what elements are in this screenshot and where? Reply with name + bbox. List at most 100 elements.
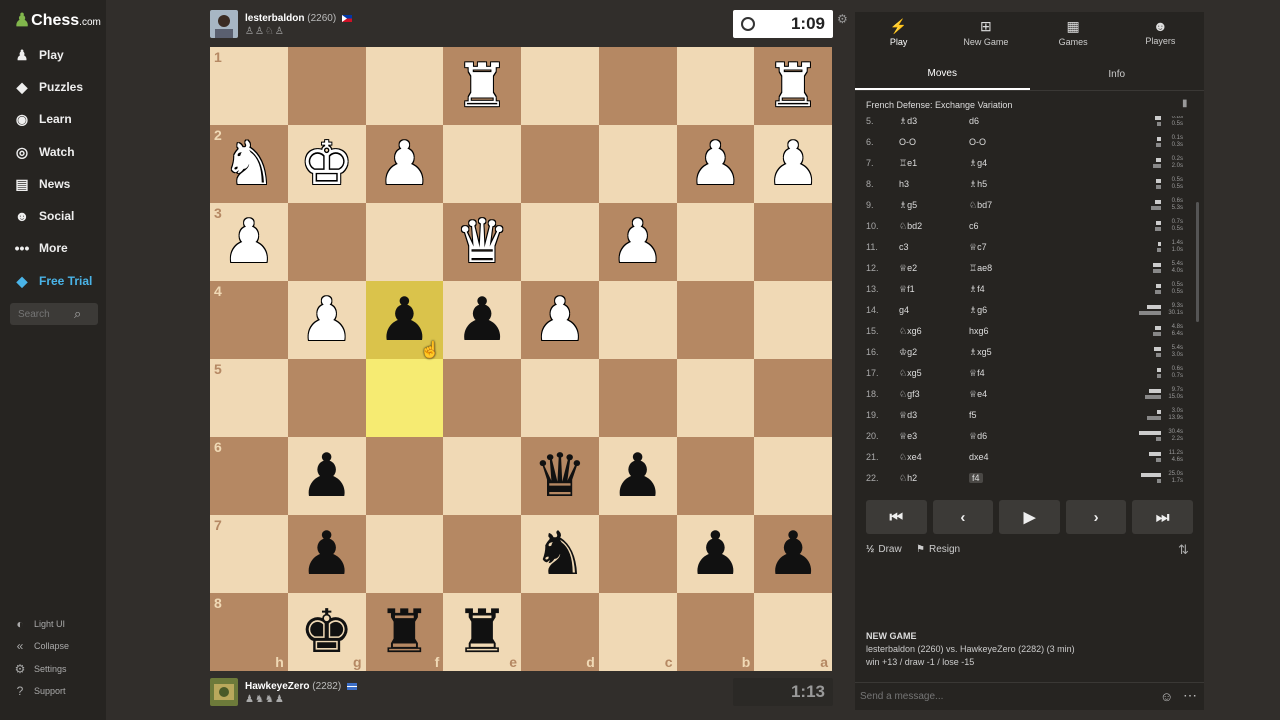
white-knight-icon[interactable]: ♞ [222, 134, 276, 194]
square-a2[interactable]: ♟ [754, 125, 832, 203]
bottom-player-avatar[interactable] [210, 678, 238, 706]
square-c1[interactable] [598, 47, 677, 125]
chess-com-logo[interactable]: ♟ Chess .com [14, 10, 101, 31]
square-d6[interactable]: ♛ [521, 437, 599, 515]
black-move[interactable]: hxg6 [969, 326, 989, 336]
square-d3[interactable] [521, 203, 599, 281]
black-move[interactable]: ♕e4 [969, 389, 987, 400]
first-move-button[interactable]: ⏮ [866, 500, 927, 534]
square-b4[interactable] [676, 281, 755, 359]
square-b6[interactable] [676, 437, 755, 515]
square-f1[interactable] [365, 47, 444, 125]
white-move[interactable]: ♘bd2 [899, 221, 922, 232]
square-e6[interactable] [443, 437, 521, 515]
nav-puzzles[interactable]: ◆ Puzzles [12, 76, 83, 98]
white-king-icon[interactable]: ♚ [300, 134, 354, 194]
square-a7[interactable]: ♟ [754, 515, 832, 593]
emoji-icon[interactable]: ☺ [1160, 689, 1173, 704]
black-pawn-icon[interactable]: ♟ [300, 524, 354, 584]
message-input[interactable] [855, 691, 1155, 702]
black-rook-icon[interactable]: ♜ [455, 602, 509, 662]
white-move[interactable]: ♘gf3 [899, 389, 920, 400]
white-move[interactable]: ♗g5 [899, 200, 917, 211]
square-d2[interactable] [521, 125, 599, 203]
black-move[interactable]: dxe4 [969, 452, 989, 462]
more-options-icon[interactable]: ⋯ [1183, 687, 1197, 704]
black-move[interactable]: ♘bd7 [969, 200, 992, 211]
square-h4[interactable]: 4 [210, 281, 288, 359]
square-d1[interactable] [521, 47, 599, 125]
white-move[interactable]: O-O [899, 137, 916, 147]
nav-watch[interactable]: ◎ Watch [12, 141, 75, 163]
white-move[interactable]: ♖e1 [899, 158, 917, 169]
nav-news[interactable]: ▤ News [12, 173, 70, 195]
white-move[interactable]: ♘xg6 [899, 326, 922, 337]
board-settings-gear-icon[interactable]: ⚙ [837, 12, 848, 26]
square-h8[interactable]: 8h [210, 593, 288, 671]
square-h3[interactable]: 3 ♟ [210, 203, 288, 281]
move-list[interactable]: 5. ♗d3 d6 0.8s 0.5s 6. O-O O-O 0.1s 0.3s 7. ♖e1 ♗g4 0… [855, 116, 1204, 488]
square-g8[interactable]: g ♚ [287, 593, 366, 671]
tab-new-game[interactable]: ⊞ New Game [942, 12, 1029, 52]
square-c3[interactable]: ♟ [598, 203, 677, 281]
flip-board-icon[interactable]: ⇅ [1178, 542, 1189, 558]
white-move[interactable]: ♕d3 [899, 410, 917, 421]
black-pawn-icon[interactable]: ♟ [766, 524, 820, 584]
white-move[interactable]: ♕f1 [899, 284, 915, 295]
square-b3[interactable] [676, 203, 755, 281]
square-h5[interactable]: 5 [210, 359, 288, 437]
square-f6[interactable] [365, 437, 444, 515]
square-g5[interactable] [287, 359, 366, 437]
black-pawn-icon[interactable]: ♟ [611, 446, 665, 506]
black-move[interactable]: ♗g6 [969, 305, 987, 316]
black-king-icon[interactable]: ♚ [300, 602, 354, 662]
white-pawn-icon[interactable]: ♟ [222, 212, 276, 272]
square-e5[interactable] [443, 359, 521, 437]
square-f7[interactable] [365, 515, 444, 593]
black-move[interactable]: ♗xg5 [969, 347, 992, 358]
square-f3[interactable] [365, 203, 444, 281]
square-c5[interactable] [598, 359, 677, 437]
square-c6[interactable]: ♟ [598, 437, 677, 515]
top-player-avatar[interactable] [210, 10, 238, 38]
white-rook-icon[interactable]: ♜ [766, 56, 820, 116]
square-c7[interactable] [598, 515, 677, 593]
square-b8[interactable]: b [676, 593, 755, 671]
move-list-scrollbar[interactable] [1196, 202, 1199, 322]
black-move[interactable]: ♕f4 [969, 368, 985, 379]
black-move[interactable]: c6 [969, 221, 979, 231]
chess-board[interactable]: 1 ♜ ♜ 2 ♞ ♚ ♟ ♟ ♟ 3 ♟ ♛ ♟ 4 ♟ ♟ ♟ ♟ 5 6 ♟ ♛ ♟ 7 ♟ ♞ ♟ ♟ 8 h g ♚ f ♜ e ♜ d c b a [210, 47, 832, 671]
square-c4[interactable] [598, 281, 677, 359]
square-d5[interactable] [521, 359, 599, 437]
white-move[interactable]: c3 [899, 242, 909, 252]
play-button[interactable]: ▶ [999, 500, 1060, 534]
black-move[interactable]: ♗h5 [969, 179, 987, 190]
square-g1[interactable] [287, 47, 366, 125]
square-b5[interactable] [676, 359, 755, 437]
white-move[interactable]: ♘h2 [899, 473, 917, 484]
book-icon[interactable]: ▮ [1182, 98, 1188, 109]
white-move[interactable]: ♕e3 [899, 431, 917, 442]
square-a8[interactable]: a [754, 593, 832, 671]
black-pawn-icon[interactable]: ♟ [688, 524, 742, 584]
square-d7[interactable]: ♞ [521, 515, 599, 593]
previous-move-button[interactable]: ‹ [932, 500, 994, 534]
square-e7[interactable] [443, 515, 521, 593]
tab-players[interactable]: ☻ Players [1117, 12, 1204, 52]
square-a6[interactable] [754, 437, 832, 515]
tab-info[interactable]: Info [1030, 59, 1205, 90]
tab-moves[interactable]: Moves [855, 59, 1030, 90]
black-pawn-icon[interactable]: ♟ [455, 290, 509, 350]
bottom-player-name[interactable]: HawkeyeZero (2282) [245, 681, 357, 692]
white-move[interactable]: ♘xg5 [899, 368, 922, 379]
black-move[interactable]: O-O [969, 137, 986, 147]
square-h7[interactable]: 7 [210, 515, 288, 593]
square-g4[interactable]: ♟ [287, 281, 366, 359]
black-move[interactable]: ♗f4 [969, 284, 985, 295]
nav-play[interactable]: ♟ Play [12, 44, 64, 66]
square-f5[interactable] [365, 359, 444, 437]
black-move[interactable]: ♖ae8 [969, 263, 992, 274]
square-g2[interactable]: ♚ [287, 125, 366, 203]
black-knight-icon[interactable]: ♞ [533, 524, 587, 584]
next-move-button[interactable]: › [1065, 500, 1127, 534]
